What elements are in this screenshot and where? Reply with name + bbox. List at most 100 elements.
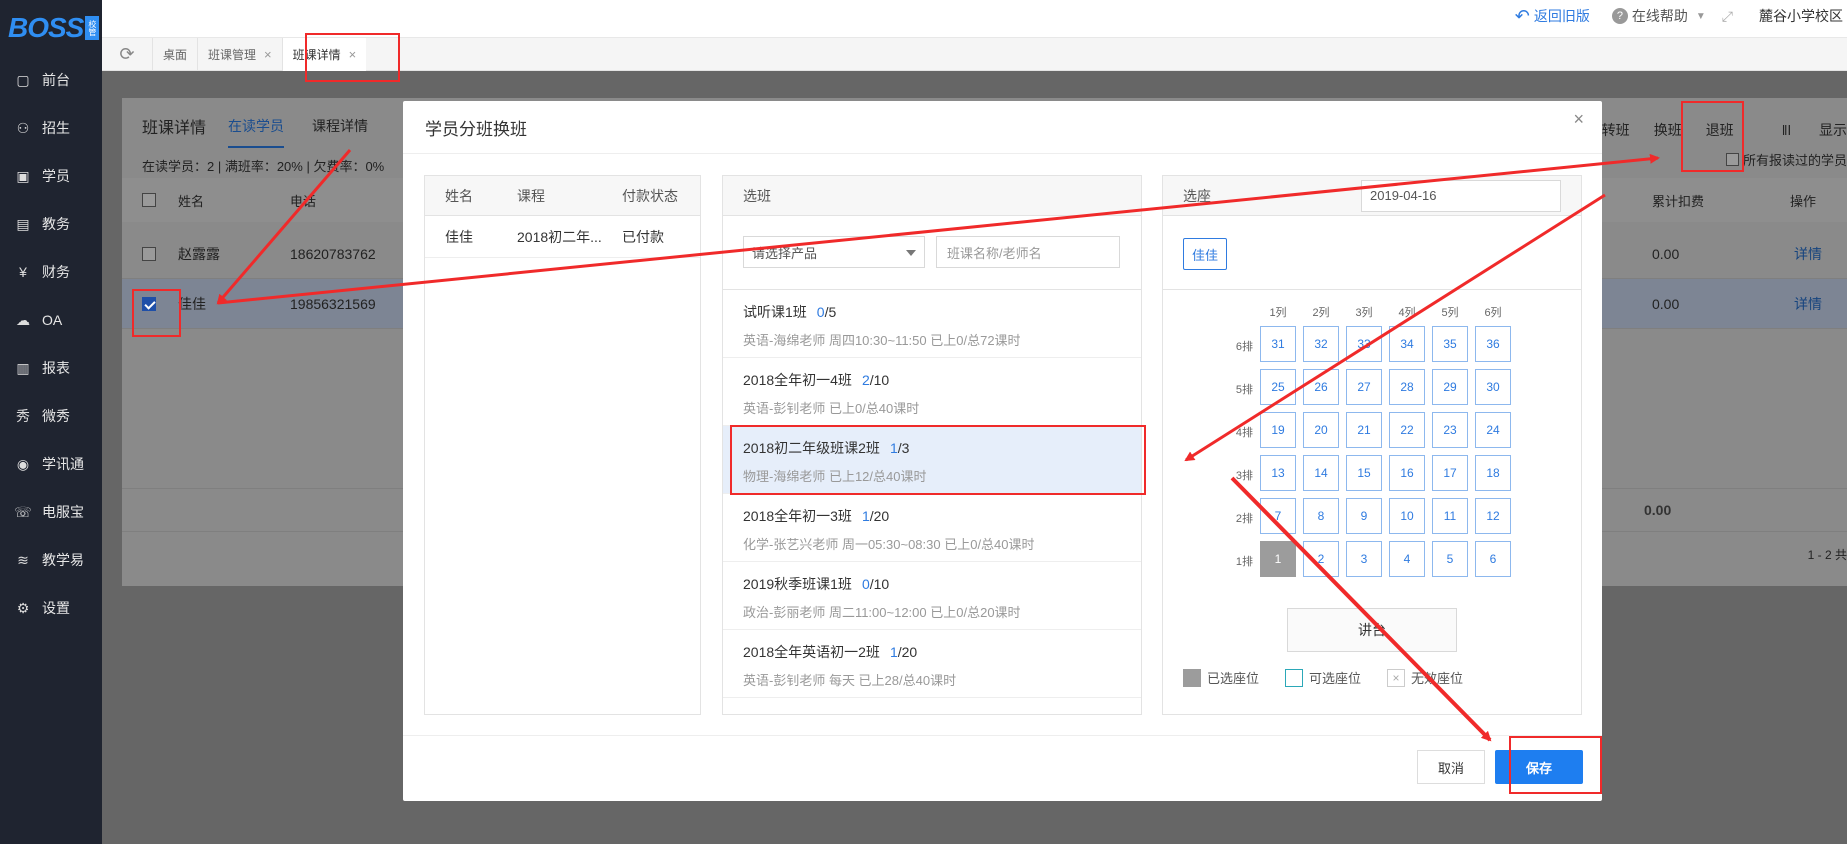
seat-32[interactable]: 32 bbox=[1303, 326, 1339, 362]
tab-class-detail[interactable]: 班课详情 × bbox=[281, 37, 367, 71]
sidebar-item-10[interactable]: ≋ 教学易 bbox=[0, 536, 102, 584]
class-search-input[interactable]: 班课名称/老师名 bbox=[936, 236, 1120, 268]
seat-18[interactable]: 18 bbox=[1475, 455, 1511, 491]
total-deduct: 0.00 bbox=[1644, 502, 1672, 518]
close-icon[interactable]: × bbox=[349, 47, 357, 62]
sidebar: BOSS 校管 ▢ 前台 ⚇ 招生 ▣ 学员 ▤ 教务 ¥ 财务 ☁ OA ▥ 报表秀微秀 ◉ 学讯通 ☏ 电服宝… bbox=[0, 0, 102, 844]
seat-9[interactable]: 9 bbox=[1346, 498, 1382, 534]
seat-3[interactable]: 3 bbox=[1346, 541, 1382, 577]
seat-6[interactable]: 6 bbox=[1475, 541, 1511, 577]
sidebar-item-6[interactable]: ▥ 报表 bbox=[0, 344, 102, 392]
seat-5[interactable]: 5 bbox=[1432, 541, 1468, 577]
seat-15[interactable]: 15 bbox=[1346, 455, 1382, 491]
withdraw-button[interactable]: 退班 bbox=[1706, 120, 1734, 140]
sidebar-item-5[interactable]: ☁ OA bbox=[0, 296, 102, 344]
seat-25[interactable]: 25 bbox=[1260, 369, 1296, 405]
class-select-panel: 选班 请选择产品 班课名称/老师名 试听课1班 0/5 英语-海绵老师 周四10:3… bbox=[722, 175, 1142, 715]
row-checkbox[interactable] bbox=[142, 246, 156, 261]
seat-7[interactable]: 7 bbox=[1260, 498, 1296, 534]
change-class-button[interactable]: 换班 bbox=[1654, 120, 1682, 140]
detail-link[interactable]: 详情 bbox=[1794, 229, 1822, 278]
seat-2[interactable]: 2 bbox=[1303, 541, 1339, 577]
online-help-menu[interactable]: ? 在线帮助 ▼ bbox=[1611, 6, 1706, 26]
seat-1[interactable]: 1 bbox=[1260, 541, 1296, 577]
sidebar-item-9[interactable]: ☏ 电服宝 bbox=[0, 488, 102, 536]
campus-selector[interactable]: 麓谷小学校区 bbox=[1759, 6, 1843, 26]
all-students-checkbox[interactable]: 所有报读过的学员 bbox=[1725, 150, 1847, 169]
seat-14[interactable]: 14 bbox=[1303, 455, 1339, 491]
seat-8[interactable]: 8 bbox=[1303, 498, 1339, 534]
seat-30[interactable]: 30 bbox=[1475, 369, 1511, 405]
seat-24[interactable]: 24 bbox=[1475, 412, 1511, 448]
subtab-enrolled-students[interactable]: 在读学员 bbox=[228, 116, 284, 148]
dialog-title: 学员分班换班 bbox=[403, 101, 1602, 154]
seat-27[interactable]: 27 bbox=[1346, 369, 1382, 405]
seat-row-label: 1排 bbox=[1235, 556, 1253, 568]
book-icon: ▤ bbox=[16, 215, 30, 232]
class-option[interactable]: 2018全年初一3班 1/20 化学-张艺兴老师 周一05:30~08:30 已上0… bbox=[723, 494, 1141, 562]
seat-4[interactable]: 4 bbox=[1389, 541, 1425, 577]
seat-col-label: 1列 bbox=[1269, 307, 1287, 319]
sidebar-item-11[interactable]: ⚙ 设置 bbox=[0, 584, 102, 632]
undo-icon: ↶ bbox=[1514, 5, 1530, 26]
fullscreen-icon[interactable]: ⤢ bbox=[1722, 8, 1733, 25]
seat-34[interactable]: 34 bbox=[1389, 326, 1425, 362]
seat-17[interactable]: 17 bbox=[1432, 455, 1468, 491]
cloud-icon: ☁ bbox=[16, 311, 30, 328]
seat-12[interactable]: 12 bbox=[1475, 498, 1511, 534]
sidebar-item-4[interactable]: ¥ 财务 bbox=[0, 248, 102, 296]
product-select[interactable]: 请选择产品 bbox=[743, 236, 925, 268]
seat-col-label: 4列 bbox=[1398, 307, 1416, 319]
available-seat-swatch bbox=[1285, 668, 1304, 687]
sidebar-item-2[interactable]: ▣ 学员 bbox=[0, 152, 102, 200]
cancel-button[interactable]: 取消 bbox=[1417, 750, 1485, 784]
tab-class-management[interactable]: 班课管理 × bbox=[197, 37, 282, 71]
close-icon[interactable]: × bbox=[1573, 109, 1584, 130]
sidebar-item-0[interactable]: ▢ 前台 bbox=[0, 56, 102, 104]
seat-10[interactable]: 10 bbox=[1389, 498, 1425, 534]
subtab-course-detail[interactable]: 课程详情 bbox=[312, 116, 368, 148]
class-option[interactable]: 2019秋季班课1班 0/10 政治-彭丽老师 周二11:00~12:00 已上0/… bbox=[723, 562, 1141, 630]
row-checkbox[interactable] bbox=[142, 296, 156, 311]
seat-26[interactable]: 26 bbox=[1303, 369, 1339, 405]
calendar-icon: ▢ bbox=[16, 71, 30, 88]
seat-36[interactable]: 36 bbox=[1475, 326, 1511, 362]
date-input[interactable]: 2019-04-16 bbox=[1361, 179, 1561, 212]
sidebar-item-8[interactable]: ◉ 学讯通 bbox=[0, 440, 102, 488]
detail-link[interactable]: 详情 bbox=[1794, 279, 1822, 328]
seat-13[interactable]: 13 bbox=[1260, 455, 1296, 491]
seat-33[interactable]: 33 bbox=[1346, 326, 1382, 362]
save-button[interactable]: 保存 bbox=[1495, 750, 1583, 784]
seat-11[interactable]: 11 bbox=[1432, 498, 1468, 534]
seat-row-label: 5排 bbox=[1235, 384, 1253, 396]
sidebar-item-label: 电服宝 bbox=[42, 504, 84, 520]
seat-31[interactable]: 31 bbox=[1260, 326, 1296, 362]
class-option[interactable]: 2018全年英语初一2班 1/20 英语-彭钊老师 每天 已上28/总40课时 bbox=[723, 630, 1141, 698]
seat-23[interactable]: 23 bbox=[1432, 412, 1468, 448]
class-option[interactable]: 2018初二年级班课2班 1/3 物理-海绵老师 已上12/总40课时 bbox=[723, 426, 1141, 494]
tab-desktop[interactable]: 桌面 bbox=[152, 37, 197, 71]
seat-28[interactable]: 28 bbox=[1389, 369, 1425, 405]
chevron-down-icon: ▼ bbox=[1695, 10, 1706, 22]
seat-22[interactable]: 22 bbox=[1389, 412, 1425, 448]
display-button[interactable]: ǁǀ 显示 bbox=[1758, 120, 1847, 140]
seat-20[interactable]: 20 bbox=[1303, 412, 1339, 448]
seat-19[interactable]: 19 bbox=[1260, 412, 1296, 448]
sidebar-item-3[interactable]: ▤ 教务 bbox=[0, 200, 102, 248]
selected-seat-swatch bbox=[1183, 668, 1201, 687]
student-tag[interactable]: 佳佳 bbox=[1183, 238, 1228, 270]
seat-21[interactable]: 21 bbox=[1346, 412, 1382, 448]
sidebar-item-label: 前台 bbox=[42, 72, 70, 88]
seat-16[interactable]: 16 bbox=[1389, 455, 1425, 491]
user-plus-icon: ⚇ bbox=[16, 119, 30, 136]
class-option[interactable]: 试听课1班 0/5 英语-海绵老师 周四10:30~11:50 已上0/总72课时 bbox=[723, 290, 1141, 358]
back-to-old-version-link[interactable]: ↶ 返回旧版 bbox=[1515, 6, 1590, 27]
refresh-icon[interactable]: ⟳ bbox=[102, 44, 152, 65]
sidebar-item-1[interactable]: ⚇ 招生 bbox=[0, 104, 102, 152]
select-all-checkbox[interactable] bbox=[142, 193, 156, 207]
sidebar-item-7[interactable]: 秀微秀 bbox=[0, 392, 102, 440]
seat-35[interactable]: 35 bbox=[1432, 326, 1468, 362]
seat-29[interactable]: 29 bbox=[1432, 369, 1468, 405]
class-option[interactable]: 2018全年初一4班 2/10 英语-彭钊老师 已上0/总40课时 bbox=[723, 358, 1141, 426]
close-icon[interactable]: × bbox=[264, 47, 272, 62]
